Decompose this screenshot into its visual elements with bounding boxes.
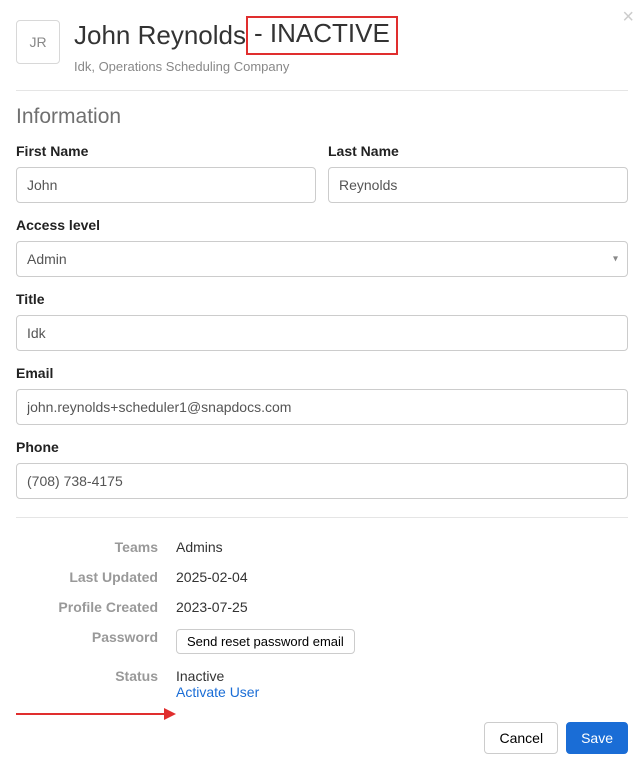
access-level-select[interactable]	[16, 241, 628, 277]
status-value: Inactive	[176, 668, 628, 684]
password-label: Password	[16, 629, 176, 645]
avatar: JR	[16, 20, 60, 64]
send-reset-password-button[interactable]: Send reset password email	[176, 629, 355, 654]
profile-created-label: Profile Created	[16, 599, 176, 615]
first-name-label: First Name	[16, 143, 316, 159]
divider	[16, 517, 628, 518]
page-title: John Reynolds - INACTIVE	[74, 16, 628, 55]
subtitle: Idk, Operations Scheduling Company	[74, 59, 628, 74]
access-level-label: Access level	[16, 217, 628, 233]
last-name-label: Last Name	[328, 143, 628, 159]
last-updated-label: Last Updated	[16, 569, 176, 585]
save-button[interactable]: Save	[566, 722, 628, 754]
status-text: INACTIVE	[270, 18, 390, 48]
title-label: Title	[16, 291, 628, 307]
phone-label: Phone	[16, 439, 628, 455]
cancel-button[interactable]: Cancel	[484, 722, 558, 754]
last-updated-value: 2025-02-04	[176, 569, 628, 585]
activate-user-link[interactable]: Activate User	[176, 684, 628, 700]
title-input[interactable]	[16, 315, 628, 351]
status-label: Status	[16, 668, 176, 684]
email-label: Email	[16, 365, 628, 381]
close-icon[interactable]: ×	[622, 6, 634, 29]
first-name-input[interactable]	[16, 167, 316, 203]
profile-created-value: 2023-07-25	[176, 599, 628, 615]
divider	[16, 90, 628, 91]
title-separator: -	[254, 18, 270, 48]
last-name-input[interactable]	[328, 167, 628, 203]
teams-value: Admins	[176, 539, 628, 555]
user-name: John Reynolds	[74, 20, 246, 51]
teams-label: Teams	[16, 539, 176, 555]
section-title: Information	[16, 105, 628, 129]
phone-input[interactable]	[16, 463, 628, 499]
email-input[interactable]	[16, 389, 628, 425]
